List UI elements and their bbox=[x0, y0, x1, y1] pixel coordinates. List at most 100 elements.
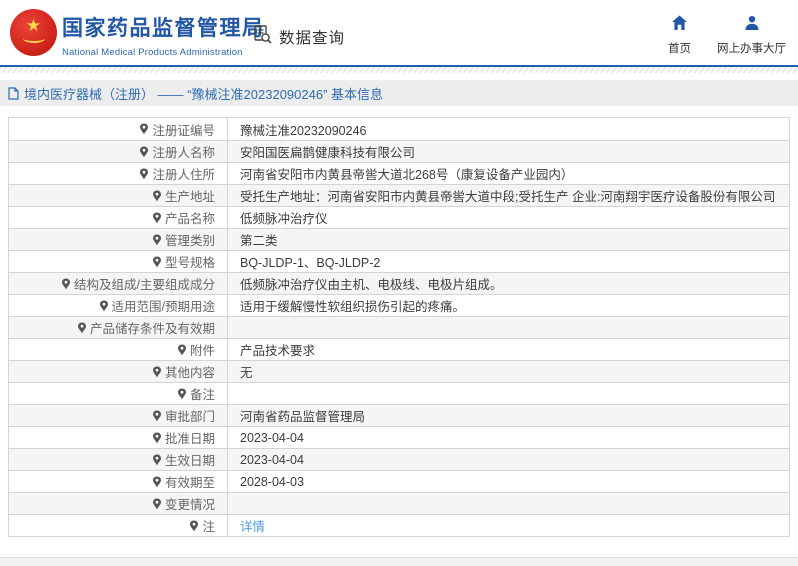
table-row: 结构及组成/主要组成成分 低频脉冲治疗仪由主机、电极线、电极片组成。 bbox=[9, 272, 789, 294]
note-icon bbox=[177, 388, 187, 400]
row-label-cell: 适用范围/预期用途 bbox=[9, 295, 228, 316]
row-label: 产品名称 bbox=[164, 212, 215, 226]
nav-item-label: 首页 bbox=[668, 43, 691, 55]
national-emblem-logo[interactable]: ★ bbox=[10, 9, 57, 56]
row-label-cell: 管理类别 bbox=[9, 229, 228, 250]
row-value: 低频脉冲治疗仪由主机、电极线、电极片组成。 bbox=[240, 278, 503, 292]
detail-link[interactable]: 详情 bbox=[240, 516, 265, 535]
row-value-cell: 产品技术要求 bbox=[228, 339, 789, 360]
emblem-gate-icon bbox=[22, 34, 45, 43]
footer-strip bbox=[0, 557, 798, 566]
row-value: 无 bbox=[240, 366, 253, 380]
row-label: 注册人名称 bbox=[152, 146, 215, 160]
row-label: 生产地址 bbox=[164, 190, 215, 204]
nav-item-service-hall[interactable]: 网上办事大厅 bbox=[717, 15, 786, 56]
row-label: 备注 bbox=[189, 388, 215, 402]
table-row: 变更情况 bbox=[9, 492, 789, 514]
row-label-cell: 生产地址 bbox=[9, 185, 228, 206]
row-value: 第二类 bbox=[240, 234, 278, 248]
nav-item-label: 网上办事大厅 bbox=[717, 43, 786, 55]
row-label: 型号规格 bbox=[164, 256, 215, 270]
row-value: 受托生产地址：河南省安阳市内黄县帝喾大道中段;受托生产 企业:河南翔宇医疗设备股… bbox=[240, 190, 776, 204]
table-row: 注 详情 bbox=[9, 514, 789, 536]
row-value: 2028-04-03 bbox=[240, 474, 304, 489]
row-value-cell: 2023-04-04 bbox=[228, 449, 789, 470]
table-row: 型号规格 BQ-JLDP-1、BQ-JLDP-2 bbox=[9, 250, 789, 272]
row-label-cell: 结构及组成/主要组成成分 bbox=[9, 273, 228, 294]
row-label: 其他内容 bbox=[164, 366, 215, 380]
row-value-cell: 第二类 bbox=[228, 229, 789, 250]
data-query-section[interactable]: 数据查询 bbox=[252, 24, 345, 50]
row-value-cell: 无 bbox=[228, 361, 789, 382]
row-value: BQ-JLDP-1、BQ-JLDP-2 bbox=[240, 256, 381, 270]
row-value: 2023-04-04 bbox=[240, 452, 304, 467]
note-icon bbox=[177, 344, 187, 356]
row-label-cell: 备注 bbox=[9, 383, 228, 404]
note-icon bbox=[189, 520, 199, 532]
row-value-cell: 详情 bbox=[228, 515, 789, 536]
row-value-cell: 适用于缓解慢性软组织损伤引起的疼痛。 bbox=[228, 295, 789, 316]
row-label-cell: 变更情况 bbox=[9, 493, 228, 514]
row-value: 豫械注准20232090246 bbox=[240, 123, 367, 138]
row-value-cell: BQ-JLDP-1、BQ-JLDP-2 bbox=[228, 251, 789, 272]
home-icon bbox=[671, 15, 688, 36]
page-header: ★ 国家药品监督管理局 National Medical Products Ad… bbox=[0, 0, 798, 67]
note-icon bbox=[152, 410, 162, 422]
row-label: 附件 bbox=[189, 344, 215, 358]
table-row: 有效期至 2028-04-03 bbox=[9, 470, 789, 492]
row-label-cell: 注册证编号 bbox=[9, 118, 228, 140]
row-label: 生效日期 bbox=[164, 454, 215, 468]
row-value-cell: 河南省安阳市内黄县帝喾大道北268号（康复设备产业园内） bbox=[228, 163, 789, 184]
row-label-cell: 有效期至 bbox=[9, 471, 228, 492]
row-value-cell: 低频脉冲治疗仪 bbox=[228, 207, 789, 228]
note-icon bbox=[152, 476, 162, 488]
table-row: 产品储存条件及有效期 bbox=[9, 316, 789, 338]
table-row: 注册人名称 安阳国医扁鹊健康科技有限公司 bbox=[9, 140, 789, 162]
row-label-cell: 生效日期 bbox=[9, 449, 228, 470]
row-label: 审批部门 bbox=[164, 410, 215, 424]
table-row: 注册人住所 河南省安阳市内黄县帝喾大道北268号（康复设备产业园内） bbox=[9, 162, 789, 184]
breadcrumb-text: 境内医疗器械（注册） —— “豫械注准20232090246” 基本信息 bbox=[24, 86, 384, 102]
row-label: 批准日期 bbox=[164, 432, 215, 446]
row-label: 注册人住所 bbox=[152, 168, 215, 182]
row-value: 河南省安阳市内黄县帝喾大道北268号（康复设备产业园内） bbox=[240, 168, 574, 182]
row-label-cell: 产品名称 bbox=[9, 207, 228, 228]
row-value-cell: 安阳国医扁鹊健康科技有限公司 bbox=[228, 141, 789, 162]
row-label-cell: 批准日期 bbox=[9, 427, 228, 448]
note-icon bbox=[99, 300, 109, 312]
row-label-cell: 注 bbox=[9, 515, 228, 536]
row-value-cell bbox=[228, 493, 789, 514]
table-row: 适用范围/预期用途 适用于缓解慢性软组织损伤引起的疼痛。 bbox=[9, 294, 789, 316]
row-value-cell: 受托生产地址：河南省安阳市内黄县帝喾大道中段;受托生产 企业:河南翔宇医疗设备股… bbox=[228, 185, 789, 206]
row-label: 管理类别 bbox=[164, 234, 215, 248]
table-row: 备注 bbox=[9, 382, 789, 404]
row-label-cell: 注册人名称 bbox=[9, 141, 228, 162]
table-row: 管理类别 第二类 bbox=[9, 228, 789, 250]
row-label-cell: 注册人住所 bbox=[9, 163, 228, 184]
table-row: 附件 产品技术要求 bbox=[9, 338, 789, 360]
table-row: 生产地址 受托生产地址：河南省安阳市内黄县帝喾大道中段;受托生产 企业:河南翔宇… bbox=[9, 184, 789, 206]
note-icon bbox=[152, 498, 162, 510]
row-label-cell: 审批部门 bbox=[9, 405, 228, 426]
note-icon bbox=[152, 366, 162, 378]
nav-item-home[interactable]: 首页 bbox=[668, 15, 691, 56]
row-value-cell: 2028-04-03 bbox=[228, 471, 789, 492]
row-label: 注册证编号 bbox=[152, 123, 215, 138]
note-icon bbox=[152, 454, 162, 466]
table-row: 审批部门 河南省药品监督管理局 bbox=[9, 404, 789, 426]
table-row: 批准日期 2023-04-04 bbox=[9, 426, 789, 448]
row-value-cell bbox=[228, 317, 789, 338]
row-value: 适用于缓解慢性软组织损伤引起的疼痛。 bbox=[240, 300, 466, 314]
row-label: 结构及组成/主要组成成分 bbox=[74, 278, 215, 292]
table-row: 其他内容 无 bbox=[9, 360, 789, 382]
row-label-cell: 其他内容 bbox=[9, 361, 228, 382]
row-value: 产品技术要求 bbox=[240, 344, 316, 358]
note-icon bbox=[152, 234, 162, 246]
note-icon bbox=[152, 432, 162, 444]
org-name-cn: 国家药品监督管理局 bbox=[62, 17, 265, 40]
breadcrumb: 境内医疗器械（注册） —— “豫械注准20232090246” 基本信息 bbox=[0, 80, 798, 106]
row-value: 河南省药品监督管理局 bbox=[240, 410, 366, 424]
note-icon bbox=[139, 168, 149, 180]
table-row: 产品名称 低频脉冲治疗仪 bbox=[9, 206, 789, 228]
row-value-cell: 河南省药品监督管理局 bbox=[228, 405, 789, 426]
